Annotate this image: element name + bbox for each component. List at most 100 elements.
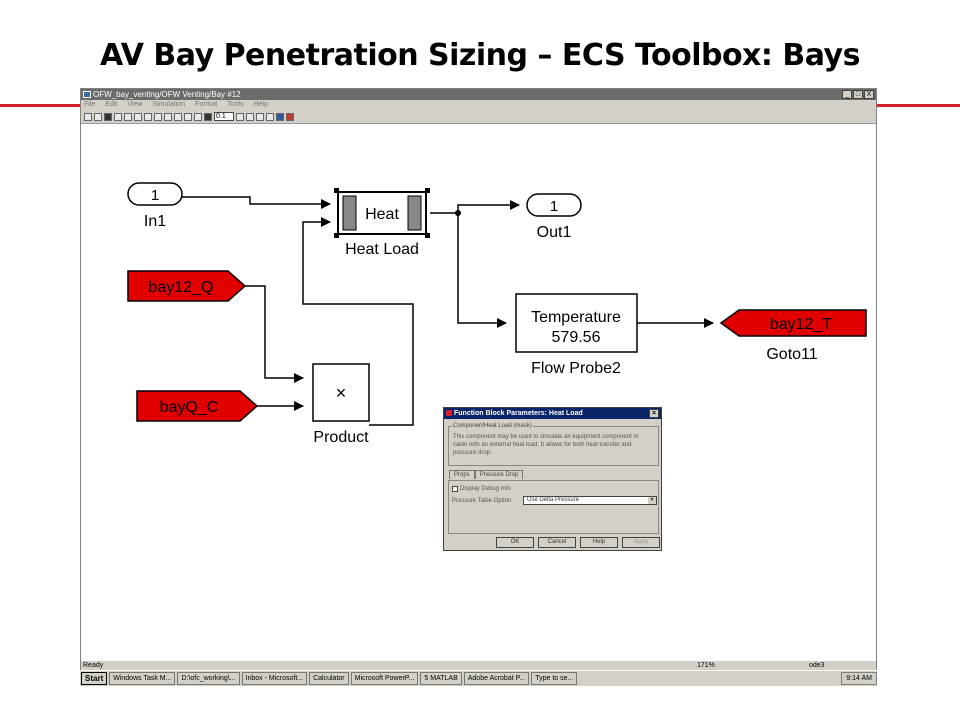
dialog-buttons: OK Cancel Help Apply (496, 537, 660, 548)
in1-port[interactable]: 1 In1 (127, 182, 183, 230)
menu-format[interactable]: Format (195, 100, 217, 110)
dialog-title: Function Block Parameters: Heat Load (454, 410, 583, 417)
play-icon[interactable] (194, 112, 202, 121)
task-item-matlab[interactable]: 5 MATLAB (420, 672, 462, 685)
apply-button[interactable]: Apply (622, 537, 660, 548)
menu-view[interactable]: View (127, 100, 142, 110)
save-icon[interactable] (104, 112, 112, 121)
window-controls: _ □ X (842, 90, 874, 99)
line-heat-to-probe (457, 213, 507, 328)
debug-icon[interactable] (286, 112, 294, 121)
search-box[interactable]: Type to se... (531, 672, 578, 685)
window-titlebar: OFW_bay_venting/OFW Venting/Bay #12 _ □ … (81, 89, 876, 100)
browser-icon[interactable] (266, 112, 274, 121)
flow-probe-label: Flow Probe2 (531, 360, 621, 377)
debug-checkbox[interactable]: Display Debug Info (452, 486, 511, 492)
in1-label: In1 (144, 213, 166, 230)
bay12-t-text: bay12_T (770, 316, 832, 333)
ok-button[interactable]: OK (496, 537, 534, 548)
task-item-acrobat[interactable]: Adobe Acrobat P... (463, 672, 530, 685)
menu-file[interactable]: File (84, 100, 95, 110)
out1-port-number: 1 (550, 198, 558, 215)
model-canvas[interactable]: 1 In1 Heat Heat Load 1 Out1 bay12_Q bayQ… (81, 124, 876, 661)
pressure-option-value: Use Delta Pressure (527, 497, 580, 503)
dialog-titlebar: Function Block Parameters: Heat Load × (444, 408, 661, 419)
branch-point (455, 210, 461, 216)
taskbar: Start Windows Task M... D:\ofc_working\.… (80, 670, 877, 686)
dialog-app-icon (446, 410, 452, 416)
menu-tools[interactable]: Tools (227, 100, 243, 110)
multiply-icon: × (336, 383, 347, 403)
product-label: Product (313, 429, 369, 446)
model-window: OFW_bay_venting/OFW Venting/Bay #12 _ □ … (80, 88, 877, 686)
copy-icon[interactable] (134, 112, 142, 121)
out1-port[interactable]: 1 Out1 (526, 193, 582, 241)
build-icon[interactable] (246, 112, 254, 121)
out1-label: Out1 (537, 224, 572, 241)
dialog-close-icon[interactable]: × (649, 409, 659, 418)
window-title: OFW_bay_venting/OFW Venting/Bay #12 (93, 90, 241, 99)
model-explorer-icon[interactable] (276, 112, 284, 121)
line-bay12q-to-product (245, 285, 304, 383)
stop-icon[interactable] (204, 112, 212, 121)
tab-pressure-drop[interactable]: Pressure Drop (474, 470, 524, 479)
update-icon[interactable] (256, 112, 264, 121)
heat-load-label: Heat Load (345, 241, 419, 258)
in1-port-number: 1 (151, 187, 159, 204)
up-icon[interactable] (174, 112, 182, 121)
simulink-app-icon (83, 91, 91, 98)
from-bayq-c-block[interactable]: bayQ_C (136, 390, 259, 422)
pressure-option-label: Pressure Table Option (452, 498, 512, 504)
heat-load-block[interactable]: Heat Heat Load (334, 188, 430, 258)
bay12-q-text: bay12_Q (149, 279, 214, 296)
chevron-down-icon[interactable]: ▼ (648, 497, 656, 504)
task-item-inbox[interactable]: Inbox - Microsoft... (241, 672, 308, 685)
toolbar: 0.1 (81, 110, 876, 124)
task-item-powerpoint[interactable]: Microsoft PowerP... (350, 672, 419, 685)
menu-simulation[interactable]: Simulation (152, 100, 185, 110)
menubar: File Edit View Simulation Format Tools H… (81, 100, 876, 110)
close-button[interactable]: X (864, 90, 874, 99)
bayq-c-text: bayQ_C (160, 399, 219, 416)
line-in1-to-heat (182, 196, 331, 209)
from-bay12-q-block[interactable]: bay12_Q (127, 270, 247, 302)
dialog-tabs: Props Pressure Drop (449, 470, 524, 479)
open-icon[interactable] (94, 112, 102, 121)
cancel-button[interactable]: Cancel (538, 537, 576, 548)
cut-icon[interactable] (124, 112, 132, 121)
system-tray-clock: 9:14 AM (841, 672, 877, 685)
product-block[interactable]: × Product (312, 363, 370, 446)
maximize-button[interactable]: □ (853, 90, 863, 99)
task-item-task-manager[interactable]: Windows Task M... (109, 672, 176, 685)
minimize-button[interactable]: _ (842, 90, 852, 99)
goto-bay12-t-block[interactable]: bay12_T Goto11 (719, 309, 867, 363)
mask-description-group: ComponentHeat Load (mask) This component… (448, 422, 659, 466)
print-icon[interactable] (114, 112, 122, 121)
tab-props[interactable]: Props (449, 470, 475, 479)
heat-block-text: Heat (365, 206, 399, 223)
undo-icon[interactable] (154, 112, 162, 121)
mask-description: This component may be used to simulate a… (453, 434, 639, 456)
redo-icon[interactable] (164, 112, 172, 121)
checkbox-label: Display Debug Info (460, 486, 511, 492)
pressure-option-select[interactable]: Use Delta Pressure ▼ (523, 496, 657, 505)
probe-value: 579.56 (552, 329, 601, 346)
sim-time-field[interactable]: 0.1 (214, 112, 234, 121)
menu-help[interactable]: Help (254, 100, 268, 110)
new-icon[interactable] (84, 112, 92, 121)
line-heat-to-out1 (430, 200, 520, 214)
probe-quantity: Temperature (531, 309, 621, 326)
start-button[interactable]: Start (81, 672, 108, 685)
checkbox-box[interactable] (452, 486, 458, 492)
task-item-explorer[interactable]: D:\ofc_working\... (177, 672, 240, 685)
normal-mode-icon[interactable] (236, 112, 244, 121)
paste-icon[interactable] (144, 112, 152, 121)
task-item-calculator[interactable]: Calculator (309, 672, 349, 685)
goto-label: Goto11 (766, 346, 817, 363)
block-parameters-dialog: Function Block Parameters: Heat Load × C… (443, 407, 662, 551)
dialog-panel: Display Debug Info Pressure Table Option… (448, 480, 659, 534)
flow-probe-block[interactable]: Temperature 579.56 Flow Probe2 (515, 293, 638, 377)
menu-edit[interactable]: Edit (105, 100, 117, 110)
library-icon[interactable] (184, 112, 192, 121)
help-button[interactable]: Help (580, 537, 618, 548)
